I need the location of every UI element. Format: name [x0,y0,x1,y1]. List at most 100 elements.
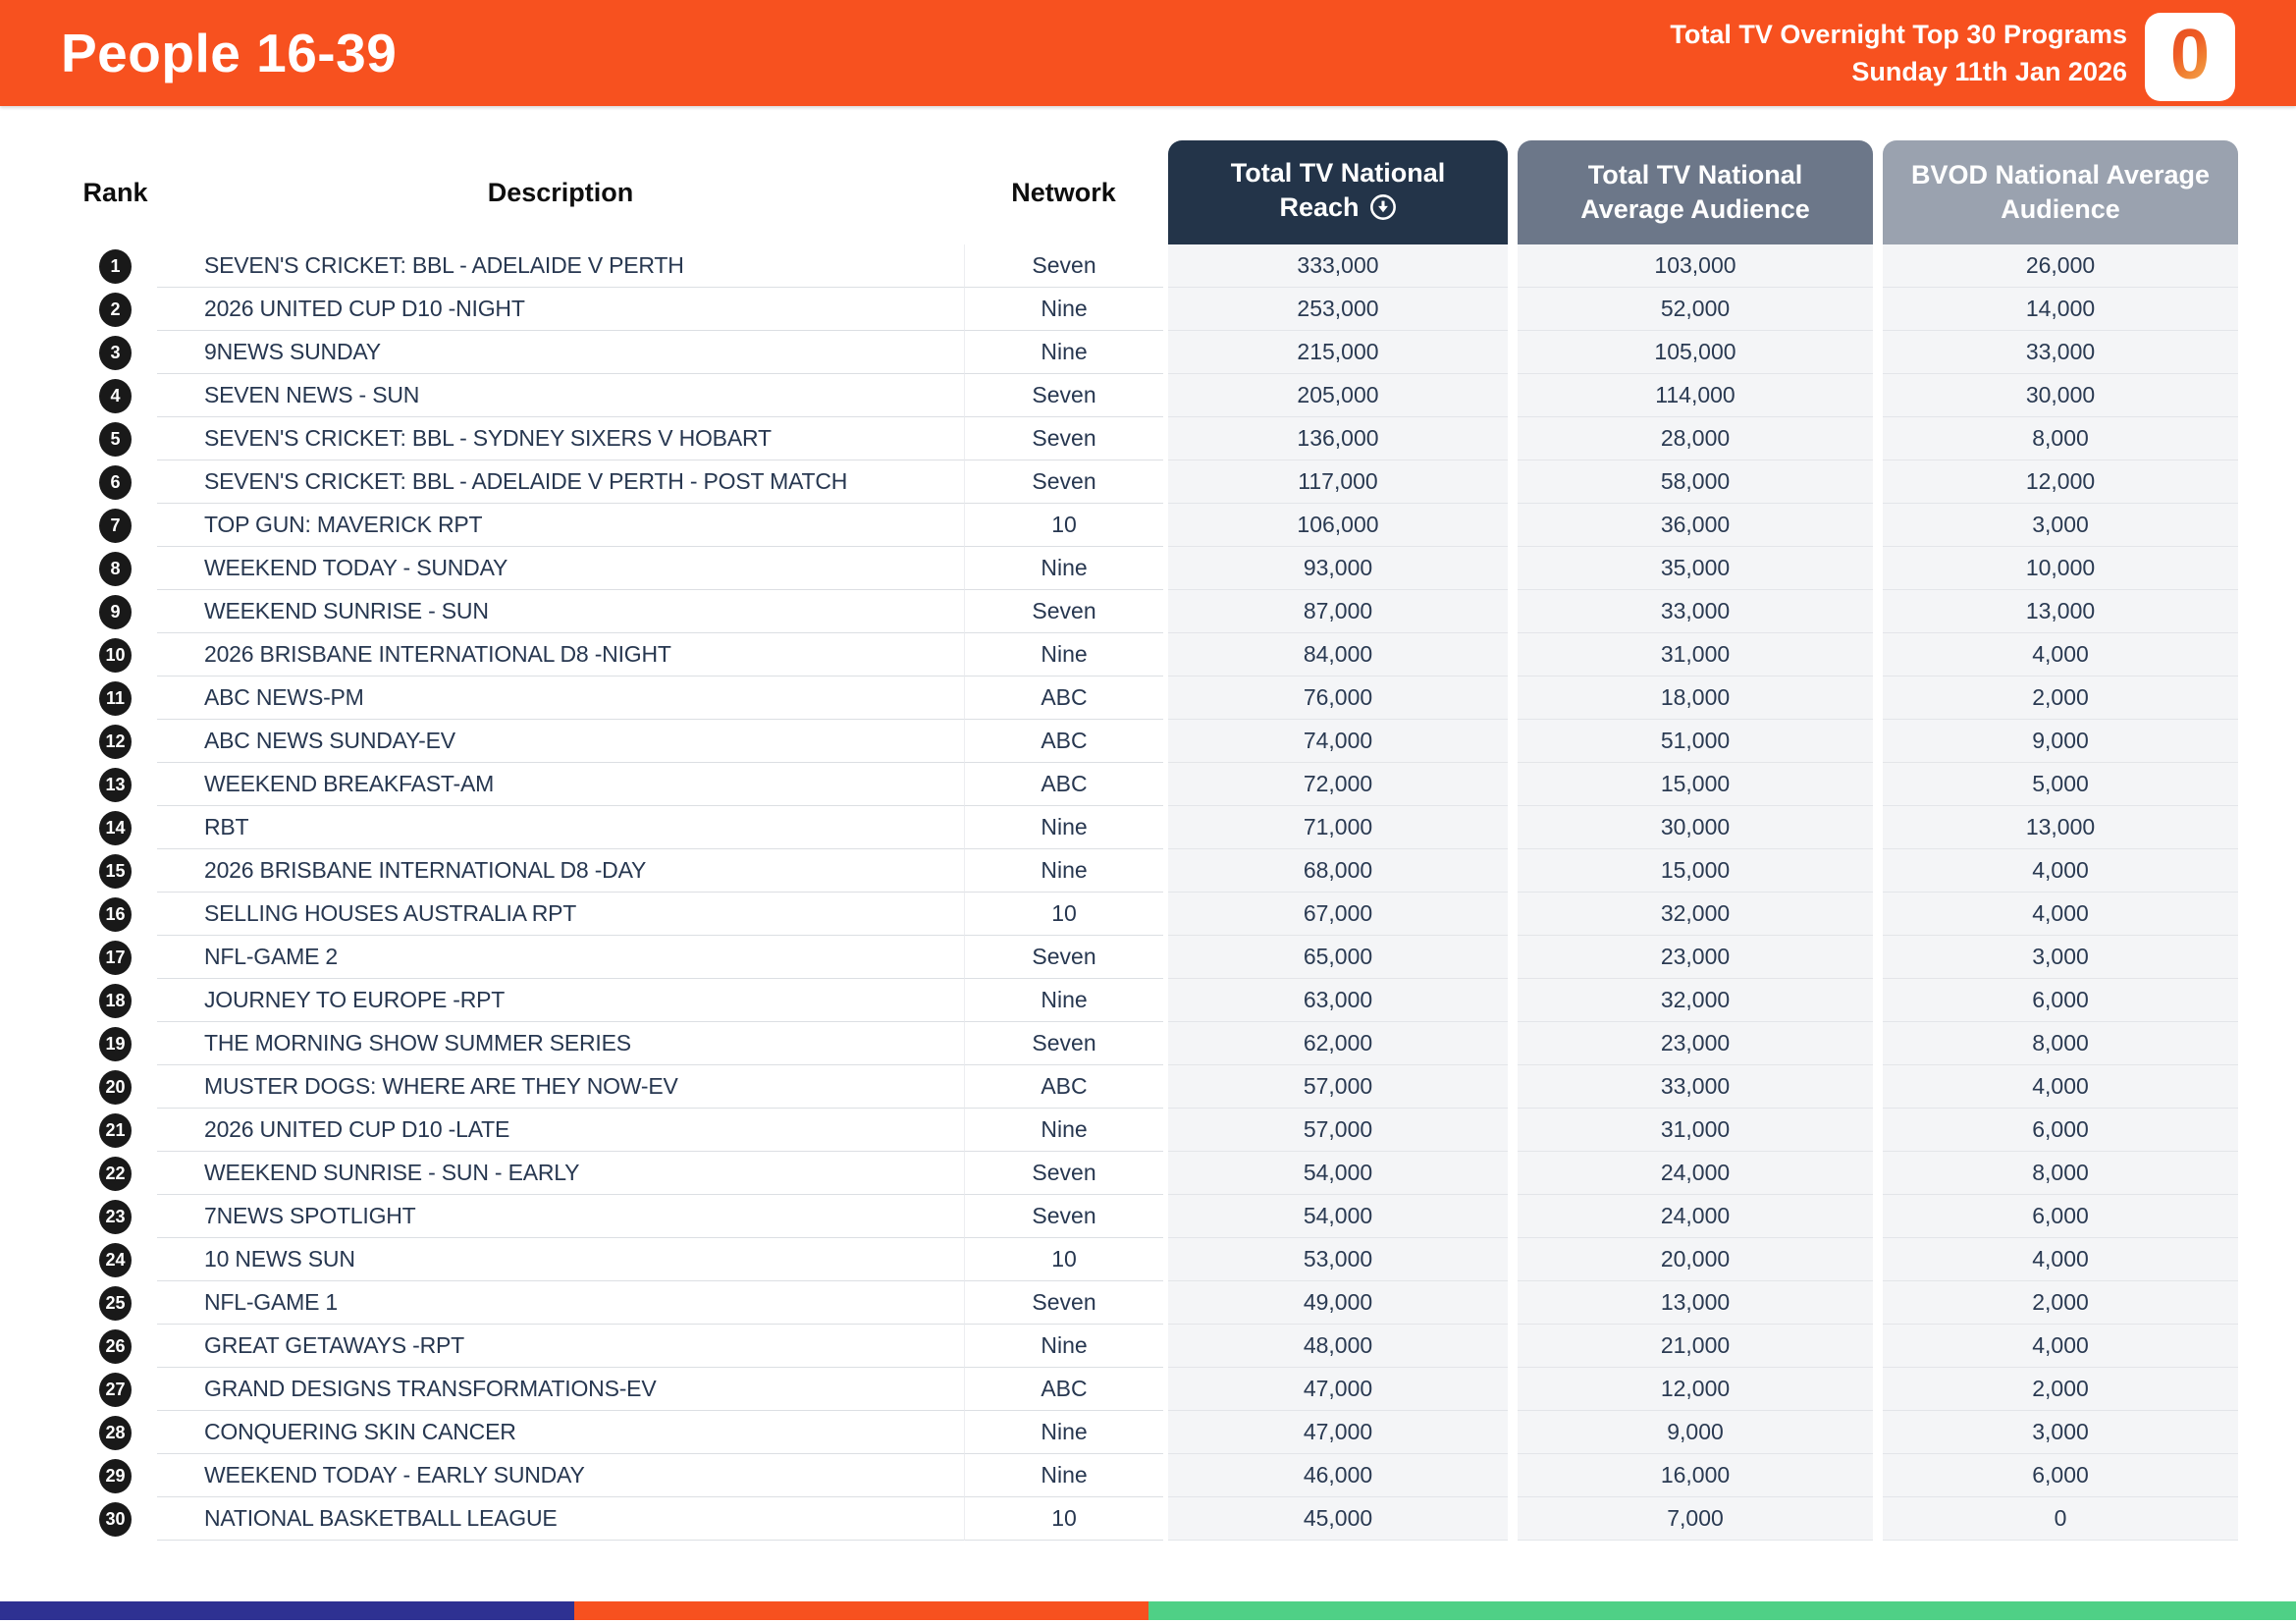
description-cell: WEEKEND SUNRISE - SUN [157,590,964,633]
table-row: 23 7NEWS SPOTLIGHT Seven 54,000 24,000 6… [74,1195,2243,1238]
reach-value-cell: 48,000 [1168,1325,1508,1368]
table-header-row: Rank Description Network Total TV Nation… [74,140,2243,244]
rank-cell: 8 [74,547,157,590]
bvod-value-cell: 8,000 [1883,1152,2238,1195]
bvod-value-cell: 4,000 [1883,893,2238,936]
table-row: 7 TOP GUN: MAVERICK RPT 10 106,000 36,00… [74,504,2243,547]
column-header-rank: Rank [74,178,157,208]
network-cell: Nine [964,849,1163,893]
avg-audience-value-cell: 32,000 [1518,979,1873,1022]
description-cell: SEVEN'S CRICKET: BBL - ADELAIDE V PERTH … [157,460,964,504]
reach-value-cell: 215,000 [1168,331,1508,374]
rank-badge: 16 [99,897,132,932]
table-row: 11 ABC NEWS-PM ABC 76,000 18,000 2,000 [74,677,2243,720]
network-cell: Seven [964,1022,1163,1065]
table-row: 22 WEEKEND SUNRISE - SUN - EARLY Seven 5… [74,1152,2243,1195]
reach-value-cell: 84,000 [1168,633,1508,677]
description-cell: 9NEWS SUNDAY [157,331,964,374]
rank-cell: 28 [74,1411,157,1454]
table-row: 17 NFL-GAME 2 Seven 65,000 23,000 3,000 [74,936,2243,979]
reach-value-cell: 49,000 [1168,1281,1508,1325]
reach-value-cell: 76,000 [1168,677,1508,720]
description-cell: JOURNEY TO EUROPE -RPT [157,979,964,1022]
column-header-bvod-avg-audience[interactable]: BVOD National Average Audience [1883,140,2238,244]
rank-badge: 12 [99,725,132,759]
network-cell: ABC [964,1368,1163,1411]
rank-badge: 20 [99,1070,132,1105]
description-cell: 2026 UNITED CUP D10 -NIGHT [157,288,964,331]
reach-value-cell: 54,000 [1168,1195,1508,1238]
rank-badge: 19 [99,1027,132,1061]
rank-cell: 17 [74,936,157,979]
bvod-value-cell: 8,000 [1883,1022,2238,1065]
network-cell: 10 [964,893,1163,936]
network-cell: Nine [964,1411,1163,1454]
rank-cell: 25 [74,1281,157,1325]
column-header-total-tv-avg-audience[interactable]: Total TV National Average Audience [1518,140,1873,244]
avg-audience-value-cell: 103,000 [1518,244,1873,288]
description-cell: MUSTER DOGS: WHERE ARE THEY NOW-EV [157,1065,964,1109]
description-cell: GRAND DESIGNS TRANSFORMATIONS-EV [157,1368,964,1411]
description-cell: RBT [157,806,964,849]
table-row: 19 THE MORNING SHOW SUMMER SERIES Seven … [74,1022,2243,1065]
reach-value-cell: 65,000 [1168,936,1508,979]
reach-value-cell: 87,000 [1168,590,1508,633]
description-cell: GREAT GETAWAYS -RPT [157,1325,964,1368]
reach-value-cell: 62,000 [1168,1022,1508,1065]
description-cell: 10 NEWS SUN [157,1238,964,1281]
avg-audience-value-cell: 13,000 [1518,1281,1873,1325]
rank-cell: 29 [74,1454,157,1497]
avg-audience-value-cell: 15,000 [1518,849,1873,893]
network-cell: Nine [964,547,1163,590]
description-cell: SELLING HOUSES AUSTRALIA RPT [157,893,964,936]
avg-audience-value-cell: 51,000 [1518,720,1873,763]
rank-badge: 8 [99,552,132,586]
bvod-value-cell: 4,000 [1883,633,2238,677]
avg-audience-value-cell: 58,000 [1518,460,1873,504]
rank-badge: 29 [99,1459,132,1493]
bvod-value-cell: 4,000 [1883,1325,2238,1368]
network-cell: ABC [964,677,1163,720]
rank-badge: 6 [99,465,132,500]
rank-cell: 2 [74,288,157,331]
description-cell: ABC NEWS-PM [157,677,964,720]
description-cell: 2026 BRISBANE INTERNATIONAL D8 -NIGHT [157,633,964,677]
bvod-value-cell: 13,000 [1883,806,2238,849]
table-row: 29 WEEKEND TODAY - EARLY SUNDAY Nine 46,… [74,1454,2243,1497]
description-cell: SEVEN'S CRICKET: BBL - SYDNEY SIXERS V H… [157,417,964,460]
bvod-value-cell: 2,000 [1883,677,2238,720]
table-row: 5 SEVEN'S CRICKET: BBL - SYDNEY SIXERS V… [74,417,2243,460]
table-row: 13 WEEKEND BREAKFAST-AM ABC 72,000 15,00… [74,763,2243,806]
avg-audience-value-cell: 18,000 [1518,677,1873,720]
description-cell: SEVEN NEWS - SUN [157,374,964,417]
avg-audience-value-cell: 33,000 [1518,590,1873,633]
rank-badge: 21 [99,1113,132,1148]
reach-value-cell: 106,000 [1168,504,1508,547]
rank-cell: 18 [74,979,157,1022]
rank-badge: 10 [99,638,132,673]
table-body: 1 SEVEN'S CRICKET: BBL - ADELAIDE V PERT… [74,244,2243,1541]
rank-badge: 2 [99,293,132,327]
bvod-value-cell: 12,000 [1883,460,2238,504]
rank-cell: 1 [74,244,157,288]
column-header-total-tv-reach[interactable]: Total TV National Reach [1168,140,1508,244]
reach-value-cell: 63,000 [1168,979,1508,1022]
bvod-value-cell: 6,000 [1883,1109,2238,1152]
rank-badge: 13 [99,768,132,802]
bvod-value-cell: 4,000 [1883,849,2238,893]
rank-badge: 15 [99,854,132,889]
reach-value-cell: 93,000 [1168,547,1508,590]
description-cell: NFL-GAME 2 [157,936,964,979]
rank-badge: 3 [99,336,132,370]
reach-header-label: Total TV National Reach [1231,158,1446,222]
avg-audience-value-cell: 9,000 [1518,1411,1873,1454]
bvod-value-cell: 33,000 [1883,331,2238,374]
bvod-value-cell: 10,000 [1883,547,2238,590]
table-row: 3 9NEWS SUNDAY Nine 215,000 105,000 33,0… [74,331,2243,374]
table-row: 15 2026 BRISBANE INTERNATIONAL D8 -DAY N… [74,849,2243,893]
network-cell: Seven [964,1152,1163,1195]
network-cell: Nine [964,1109,1163,1152]
rank-badge: 11 [99,681,132,716]
rank-badge: 14 [99,811,132,845]
avg-audience-value-cell: 16,000 [1518,1454,1873,1497]
